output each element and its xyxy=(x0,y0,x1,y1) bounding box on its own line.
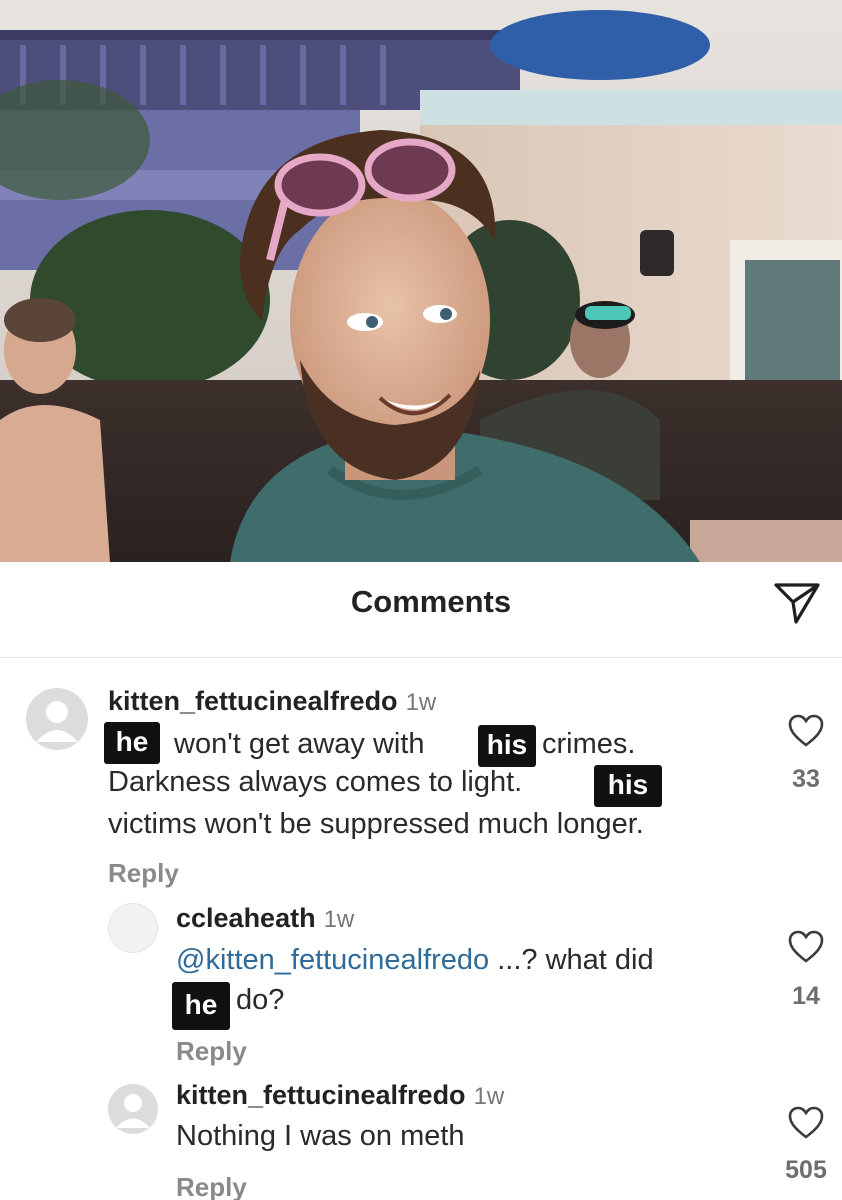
heart-icon[interactable] xyxy=(788,930,824,964)
comment-text-line: do? xyxy=(236,984,285,1016)
comment-time: 1w xyxy=(323,906,355,933)
username[interactable]: ccleaheath xyxy=(176,903,316,933)
default-avatar-icon xyxy=(116,1094,150,1128)
reply-button[interactable]: Reply xyxy=(176,1036,247,1067)
comment-text: ...? what did xyxy=(497,944,654,976)
comments-header: Comments xyxy=(0,562,842,658)
comment-time: 1w xyxy=(405,689,437,716)
like-count: 33 xyxy=(792,765,820,793)
heart-icon[interactable] xyxy=(788,714,824,748)
comment-author[interactable]: kitten_fettucinealfredo 1w xyxy=(176,1080,504,1111)
comment-text-line: crimes. xyxy=(542,728,636,760)
like-count: 505 xyxy=(785,1156,827,1184)
reply-button[interactable]: Reply xyxy=(108,858,179,889)
avatar[interactable] xyxy=(26,688,88,750)
comment-author[interactable]: kitten_fettucinealfredo 1w xyxy=(108,686,436,717)
comment-time: 1w xyxy=(473,1083,505,1110)
default-avatar-icon xyxy=(36,701,78,742)
reply-button[interactable]: Reply xyxy=(176,1172,247,1200)
heart-icon[interactable] xyxy=(788,1106,824,1140)
avatar[interactable] xyxy=(108,903,158,953)
comment-text-line: won't get away with xyxy=(174,728,425,760)
username[interactable]: kitten_fettucinealfredo xyxy=(176,1080,466,1110)
avatar[interactable] xyxy=(108,1084,158,1134)
mention-link[interactable]: @kitten_fettucinealfredo xyxy=(176,944,489,976)
comment-text-line: Nothing I was on meth xyxy=(176,1120,465,1152)
comment-text-line: victims won't be suppressed much longer. xyxy=(108,808,644,840)
comment-author[interactable]: ccleaheath 1w xyxy=(176,903,354,934)
post-photo xyxy=(0,0,842,562)
redaction-box: he xyxy=(172,982,230,1030)
comment-text-line: Darkness always comes to light. xyxy=(108,766,523,798)
post-photo-image xyxy=(0,0,842,562)
redaction-box: his xyxy=(478,725,536,767)
page-title: Comments xyxy=(350,584,512,619)
like-count: 14 xyxy=(792,982,820,1010)
redaction-box: his xyxy=(594,765,662,807)
paper-plane-icon[interactable] xyxy=(772,580,822,626)
comment-text-line: @kitten_fettucinealfredo ...? what did xyxy=(176,944,654,977)
redaction-box: he xyxy=(104,722,160,764)
username[interactable]: kitten_fettucinealfredo xyxy=(108,686,398,716)
